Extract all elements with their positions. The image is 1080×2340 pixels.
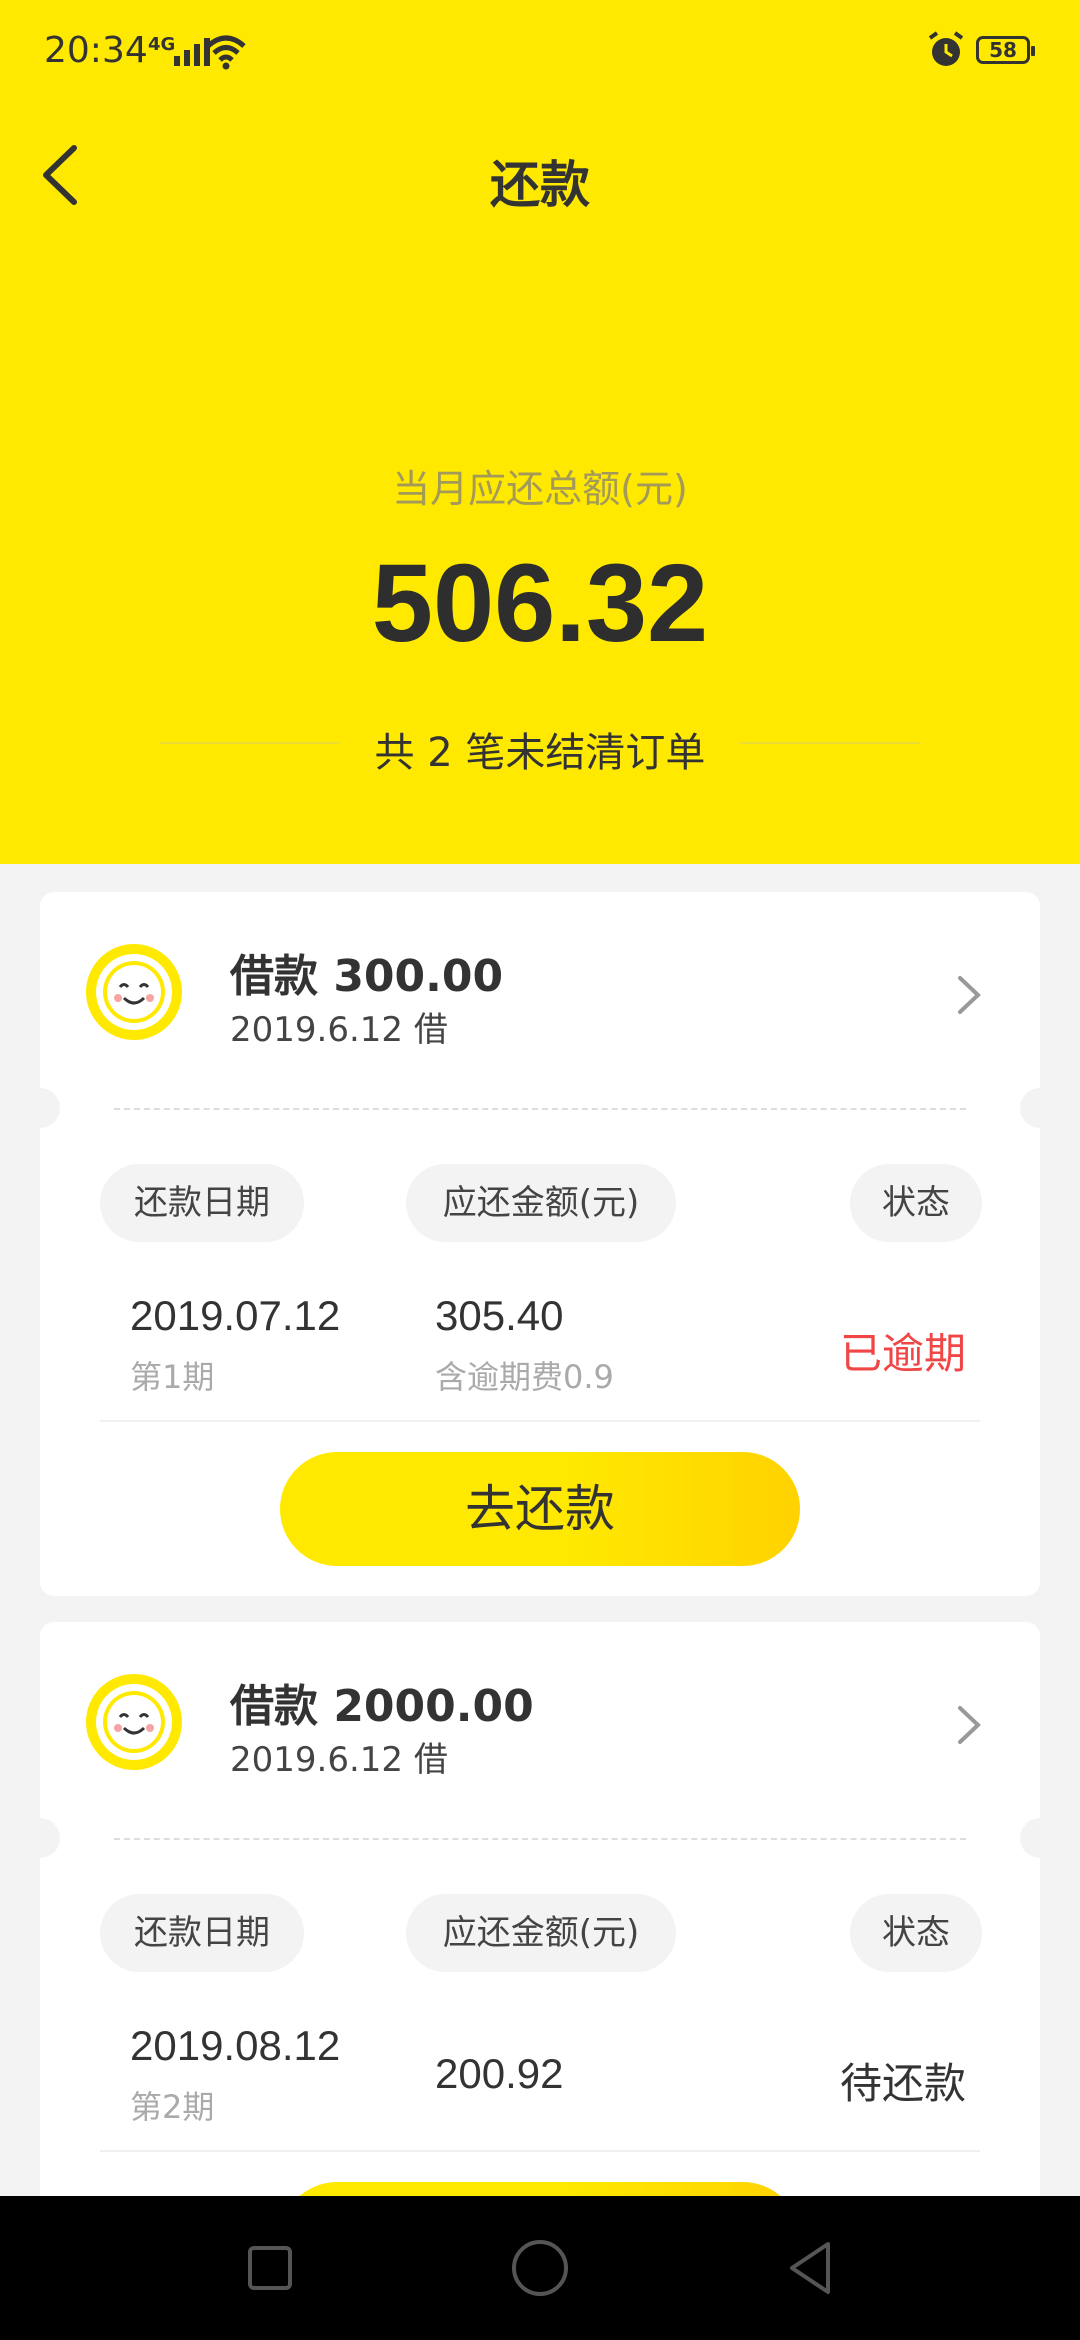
loan-card: 借款 2000.00 2019.6.12 借 还款日期 应还金额(元) 状态 2… [20,1622,1060,2296]
installment-period: 第1期 [130,1358,215,1396]
card-notch-left [20,1088,60,1128]
smiley-avatar-icon [86,944,182,1040]
card-notch-left [20,1818,60,1858]
row-divider [100,2150,980,2152]
status-time: 20:34 [44,30,148,71]
header-due-date: 还款日期 [100,1164,304,1242]
status-bar: 20:34 4G 58 [0,0,1080,110]
card-notch-right [1020,1088,1060,1128]
installment-due-date: 2019.08.12 [130,2022,341,2069]
header-panel: 20:34 4G 58 还款 当月应还总额(元) 506.32 共 2 笔未结清… [0,0,1080,864]
header-due-date: 还款日期 [100,1894,304,1972]
card-notch-right [1020,1818,1060,1858]
total-due-amount: 506.32 [371,542,709,665]
nav-back-icon[interactable] [780,2238,840,2298]
page-title: 还款 [490,156,590,214]
loan-title: 借款 2000.00 [230,1681,534,1732]
row-divider [100,1420,980,1422]
loan-borrow-date: 2019.6.12 借 [230,1740,448,1780]
header-status: 状态 [850,1894,982,1972]
system-nav-bar [0,2196,1080,2340]
installment-amount: 200.92 [435,2050,564,2097]
installment-period: 第2期 [130,2088,215,2126]
nav-home-icon[interactable] [510,2238,570,2298]
smiley-avatar-icon [86,1674,182,1770]
header-amount-due: 应还金额(元) [406,1894,676,1972]
chevron-right-icon[interactable] [954,972,984,1018]
installment-due-date: 2019.07.12 [130,1292,341,1339]
chevron-right-icon[interactable] [954,1702,984,1748]
status-pending: 待还款 [839,2059,966,2108]
header-amount-due: 应还金额(元) [406,1164,676,1242]
status-overdue: 已逾期 [839,1329,966,1378]
wifi-icon [206,35,246,70]
loan-borrow-date: 2019.6.12 借 [230,1010,448,1050]
battery-icon: 58 [976,36,1035,64]
nav-recents-icon[interactable] [240,2238,300,2298]
header-status: 状态 [850,1164,982,1242]
overdue-fee-note: 含逾期费0.9 [435,1358,614,1396]
dashed-divider [114,1838,966,1840]
installment-amount: 305.40 [435,1292,564,1339]
loan-title: 借款 300.00 [230,951,504,1002]
repay-button[interactable]: 去还款 [280,1452,800,1566]
loan-card: 借款 300.00 2019.6.12 借 还款日期 应还金额(元) 状态 20… [20,892,1060,1596]
unsettled-order-count: 共 2 笔未结清订单 [374,730,706,776]
total-due-label: 当月应还总额(元) [392,467,688,511]
dashed-divider [114,1108,966,1110]
alarm-icon [928,31,964,66]
